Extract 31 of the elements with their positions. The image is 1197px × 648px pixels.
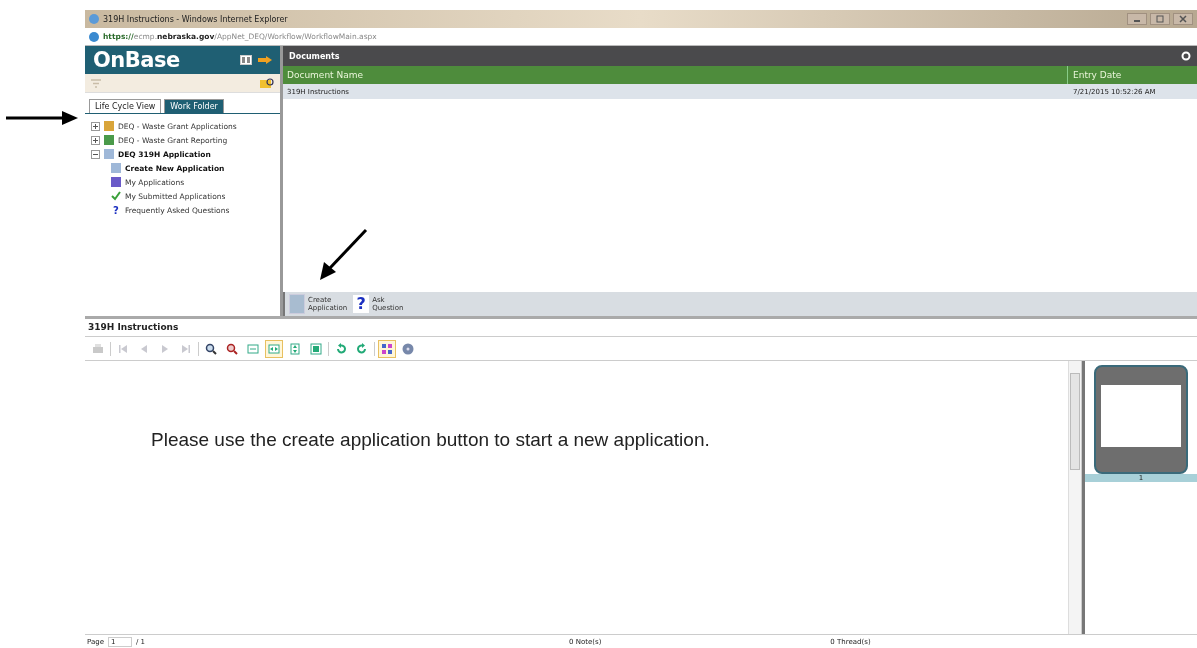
workflow-icon bbox=[104, 135, 114, 145]
expand-icon[interactable] bbox=[91, 121, 100, 131]
fit-width-icon[interactable] bbox=[265, 339, 283, 358]
layout-icon[interactable] bbox=[240, 55, 252, 65]
refresh-icon[interactable] bbox=[1181, 51, 1191, 61]
maximize-button[interactable] bbox=[1150, 13, 1170, 25]
close-button[interactable] bbox=[1173, 13, 1193, 25]
thumbnails-icon[interactable] bbox=[378, 339, 396, 358]
window-title: 319H Instructions - Windows Internet Explorer bbox=[103, 14, 288, 24]
tab[interactable]: Work Folder bbox=[164, 99, 224, 113]
panel-title: Documents bbox=[289, 51, 340, 61]
page-thumbnail[interactable] bbox=[1094, 365, 1188, 474]
onbase-logo: OnBase bbox=[93, 48, 180, 72]
browser-icon bbox=[89, 14, 99, 24]
tab[interactable]: Life Cycle View bbox=[89, 99, 162, 113]
expand-icon[interactable] bbox=[91, 135, 100, 145]
scrollbar[interactable] bbox=[1068, 361, 1082, 634]
folder-icon bbox=[104, 121, 114, 131]
annotation-arrow bbox=[6, 111, 78, 125]
question-icon: ? bbox=[111, 204, 121, 216]
viewer-title: 319H Instructions bbox=[85, 319, 1197, 337]
collapse-icon[interactable] bbox=[91, 149, 100, 159]
user-icon bbox=[111, 177, 121, 187]
page-text: Please use the create application button to start a new application. bbox=[151, 429, 710, 450]
check-icon bbox=[111, 191, 121, 201]
minimize-button[interactable] bbox=[1127, 13, 1147, 25]
globe-icon bbox=[89, 31, 99, 42]
arrow-icon[interactable] bbox=[258, 56, 272, 64]
folder-search-icon[interactable] bbox=[260, 77, 274, 89]
annotation-arrow bbox=[320, 228, 368, 280]
column-header[interactable]: Document Name bbox=[283, 70, 1067, 80]
